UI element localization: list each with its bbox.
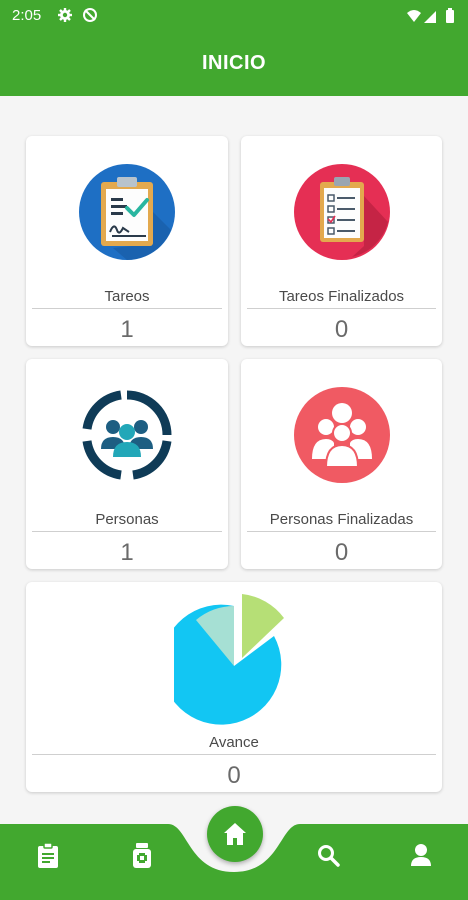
user-icon[interactable] bbox=[409, 842, 433, 868]
card-value: 0 bbox=[227, 762, 241, 789]
divider bbox=[32, 531, 222, 532]
pie-chart-icon bbox=[174, 594, 284, 725]
card-label: Tareos bbox=[104, 288, 150, 305]
tareos-finalizados-card[interactable]: Tareos Finalizados 0 bbox=[241, 136, 442, 346]
status-time: 2:05 bbox=[12, 7, 42, 24]
card-label: Personas bbox=[95, 511, 159, 528]
home-button[interactable] bbox=[207, 806, 263, 862]
tareos-card[interactable]: Tareos 1 bbox=[26, 136, 228, 346]
card-label: Personas Finalizadas bbox=[269, 511, 414, 528]
divider bbox=[32, 754, 436, 755]
card-value: 0 bbox=[334, 539, 349, 566]
divider bbox=[32, 308, 222, 309]
people-group-icon bbox=[82, 390, 172, 480]
card-value: 0 bbox=[334, 316, 349, 343]
gear-icon bbox=[58, 8, 72, 22]
app-bar: INICIO bbox=[0, 32, 468, 96]
signal-battery-icons bbox=[407, 8, 454, 23]
card-value: 1 bbox=[120, 316, 134, 343]
divider bbox=[247, 531, 436, 532]
home-icon bbox=[224, 823, 246, 845]
sync-off-icon bbox=[83, 8, 97, 22]
medicine-bottle-icon[interactable] bbox=[130, 842, 154, 868]
personas-card[interactable]: Personas 1 bbox=[26, 359, 228, 569]
page-title: INICIO bbox=[201, 52, 267, 74]
people-group-icon bbox=[294, 387, 390, 483]
personas-finalizadas-card[interactable]: Personas Finalizadas 0 bbox=[241, 359, 442, 569]
card-value: 1 bbox=[120, 539, 134, 566]
clipboard-icon[interactable] bbox=[36, 842, 60, 868]
status-bar: 2:05 bbox=[0, 0, 468, 32]
search-icon[interactable] bbox=[316, 842, 340, 868]
checklist-clipboard-icon bbox=[294, 164, 390, 260]
divider bbox=[247, 308, 436, 309]
card-label: Avance bbox=[209, 734, 259, 751]
bottom-navigation bbox=[0, 806, 468, 900]
clipboard-check-icon bbox=[79, 164, 175, 260]
avance-card[interactable]: Avance 0 bbox=[26, 582, 442, 792]
card-label: Tareos Finalizados bbox=[278, 288, 405, 305]
